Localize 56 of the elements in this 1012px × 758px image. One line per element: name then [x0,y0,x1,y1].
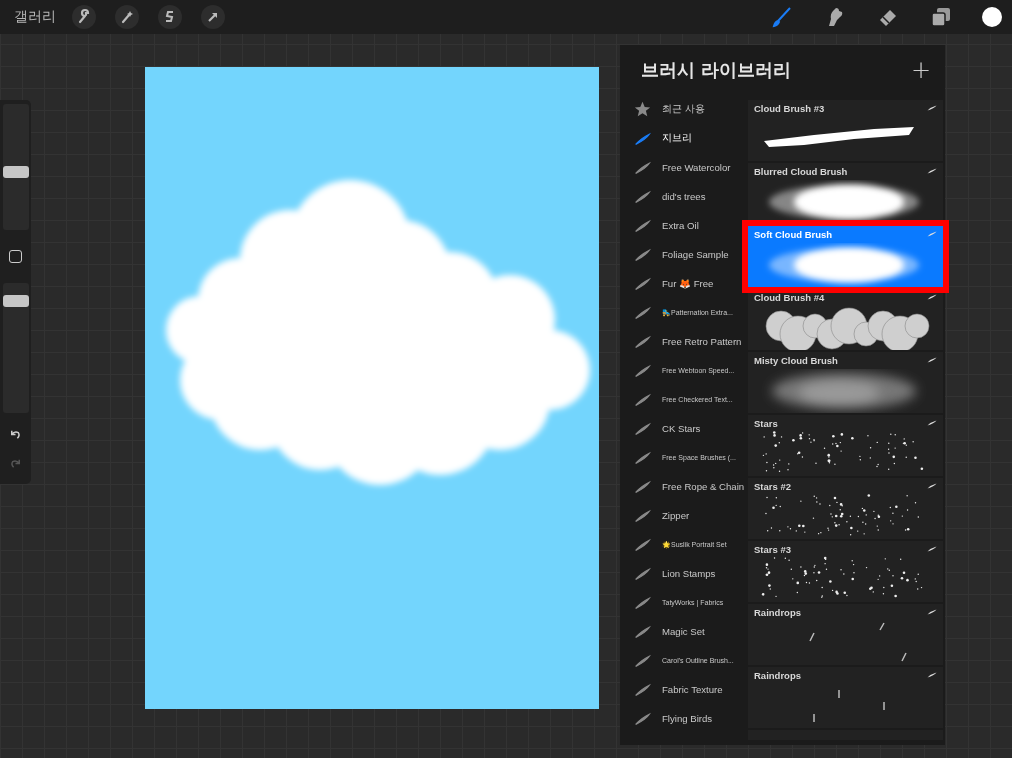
brush-set-item[interactable]: Zipper [620,501,748,530]
brush-stroke-icon [927,357,937,363]
layers-icon[interactable] [929,5,953,29]
brush-name: Stars #3 [754,544,791,555]
selection-icon[interactable] [158,5,182,29]
brush-card[interactable]: Stars #3 [748,541,943,602]
brush-name: Cloud Brush #3 [754,103,825,114]
brush-name: Cloud Brush #4 [754,292,825,303]
brush-name: Raindrops [754,607,801,618]
brush-card[interactable]: Raindrops [748,604,943,665]
brush-set-item[interactable]: Free Rope & Chain [620,472,748,501]
brush-icon[interactable] [770,5,794,29]
brush-set-item[interactable]: 지브리 [620,124,748,153]
star-icon [634,101,651,118]
brush-name: Misty Cloud Brush [754,355,838,366]
brush-stroke-icon [927,231,937,237]
brush-set-item[interactable]: Free Watercolor [620,153,748,182]
brush-card[interactable]: Misty Cloud Brush [748,352,943,413]
brush-stroke-icon [927,546,937,552]
brush-set-item[interactable]: 최근 사용 [620,95,748,124]
brush-stroke-icon [927,294,937,300]
brush-set-item[interactable]: Free Retro Pattern [620,327,748,356]
brush-name: Blurred Cloud Brush [754,166,848,177]
brush-stroke-icon [927,483,937,489]
brush-set-item[interactable]: Fur 🦊 Free [620,269,748,298]
color-swatch[interactable] [982,7,1002,27]
brush-card[interactable]: Cloud Brush #3 [748,100,943,161]
brush-stroke-icon [927,609,937,615]
brush-set-item[interactable]: did's trees [620,182,748,211]
brush-set-item[interactable]: Magic Set [620,617,748,646]
brush-name: Raindrops [754,670,801,681]
brush-set-item[interactable]: Foliage Sample [620,240,748,269]
brush-name: Stars [754,418,778,429]
brush-set-item[interactable]: CK Stars [620,414,748,443]
brush-card[interactable]: Raindrops [748,667,943,728]
opacity-slider[interactable] [2,283,29,413]
brush-set-item[interactable]: Lion Stamps [620,559,748,588]
brush-set-item[interactable]: Extra Oil [620,211,748,240]
brush-card[interactable]: Stars #2 [748,478,943,539]
slider-thumb[interactable] [2,165,29,178]
brush-set-item[interactable]: Fabric Texture [620,675,748,704]
add-button[interactable]: + [910,56,931,84]
brush-stroke-icon [927,168,937,174]
slider-thumb[interactable] [2,294,29,307]
gallery-button[interactable]: 갤러리 [14,8,56,26]
brush-set-item[interactable]: Flying Birds [620,704,748,733]
panel-title: 브러시 라이브러리 [641,58,792,82]
brush-stroke-icon [927,105,937,111]
brush-stroke-icon [927,420,937,426]
modify-button[interactable] [9,250,22,263]
brush-card[interactable]: Stars [748,415,943,476]
brush-stroke-icon [927,672,937,678]
brush-name: Soft Cloud Brush [754,229,833,240]
brush-size-slider[interactable] [2,104,29,230]
magic-wand-icon[interactable] [115,5,139,29]
brush-name: Stars #2 [754,481,791,492]
